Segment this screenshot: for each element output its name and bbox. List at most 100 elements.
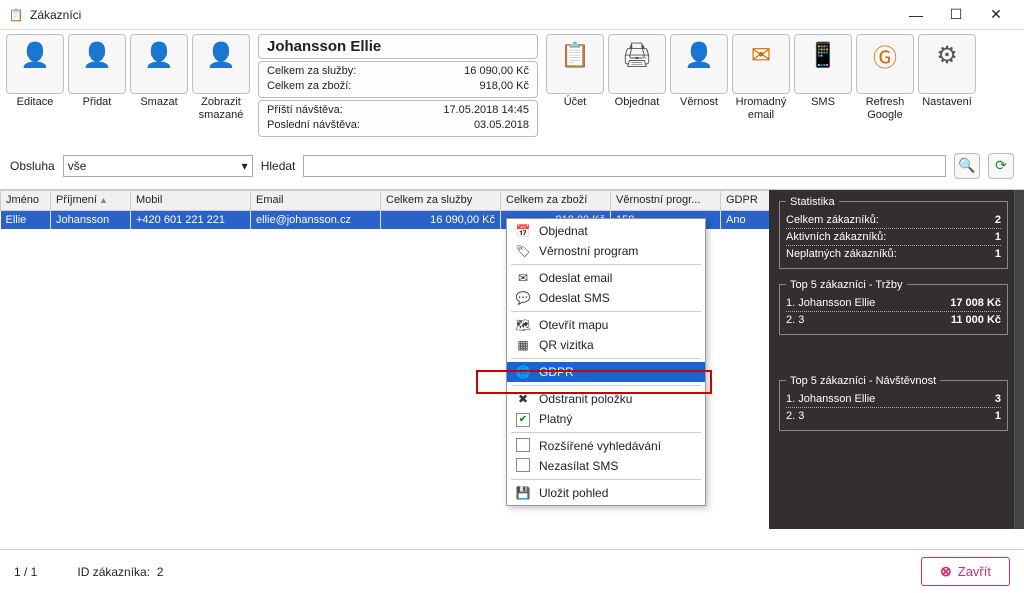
menu-item-label: Odstranit položku	[539, 392, 632, 406]
menu-item-label: Odeslat SMS	[539, 291, 610, 305]
person-plus-icon: 👤	[82, 41, 112, 69]
stat-row: Aktivních zákazníků:1	[786, 229, 1001, 246]
mail-icon: ✉	[515, 271, 531, 285]
account-label: Účet	[564, 96, 587, 109]
showdel-button[interactable]: 👤Zobrazitsmazané	[192, 34, 250, 137]
obsluha-combo[interactable]: vše ▾	[63, 155, 253, 177]
edit-button[interactable]: 👤 Editace	[6, 34, 64, 137]
maximize-button[interactable]: ☐	[936, 1, 976, 29]
sort-asc-icon: ▲	[99, 195, 108, 205]
device-sms-icon: 📱	[808, 41, 838, 69]
stat-row: Celkem zákazníků:2	[786, 212, 1001, 229]
customer-id: ID zákazníka: 2	[77, 565, 163, 579]
person-edit-icon: 👤	[20, 41, 50, 69]
refresh-button[interactable]: ⒼRefreshGoogle	[856, 34, 914, 137]
menu-item-otev-t-mapu[interactable]: 🗺 Otevřít mapu	[507, 315, 705, 335]
toolbar: 👤 Editace 👤 Přidat 👤 Smazat 👤Zobrazitsmazané J…	[0, 30, 1024, 139]
check-on-icon: ✔	[515, 411, 531, 427]
close-label: Zavřít	[958, 564, 991, 579]
sms-button[interactable]: 📱SMS	[794, 34, 852, 137]
menu-item-gdpr[interactable]: 🌐GDPR	[507, 362, 705, 382]
stat-row: 2. 311 000 Kč	[786, 312, 1001, 328]
column-header[interactable]: GDPR	[721, 190, 770, 210]
order-button[interactable]: 🖨Objednat	[608, 34, 666, 137]
column-header[interactable]: Celkem za služby	[381, 190, 501, 210]
qr-icon: ▦	[515, 338, 531, 352]
stat-row: Neplatných zákazníků:1	[786, 246, 1001, 262]
filter-row: Obsluha vše ▾ Hledat 🔍 ⟳	[0, 139, 1024, 189]
settings-button[interactable]: ⚙ Nastavení	[918, 34, 976, 137]
menu-item-odeslat-email[interactable]: ✉Odeslat email	[507, 268, 705, 288]
add-button[interactable]: 👤 Přidat	[68, 34, 126, 137]
grid-header-row[interactable]: JménoPříjmení▲MobilEmailCelkem za služby…	[1, 190, 770, 210]
totals-value: 16 090,00 Kč	[464, 64, 529, 79]
app-icon: 📋	[8, 7, 24, 23]
close-button[interactable]: ⊗ Zavřít	[921, 557, 1010, 586]
column-header[interactable]: Mobil	[131, 190, 251, 210]
minimize-button[interactable]: —	[896, 1, 936, 29]
search-button[interactable]: 🔍	[954, 153, 980, 179]
menu-item-label: Platný	[539, 412, 572, 426]
person-search-icon: 👤	[206, 41, 236, 69]
stats-title: Statistika	[786, 196, 839, 208]
search-input[interactable]	[303, 155, 946, 177]
side-scrollbar[interactable]	[1014, 190, 1024, 529]
menu-item-platn-[interactable]: ✔ Platný	[507, 409, 705, 429]
search-icon: 🔍	[958, 157, 975, 174]
stat-row: 2. 31	[786, 408, 1001, 424]
bulkmail-button[interactable]: ✉Hromadnýemail	[732, 34, 790, 137]
menu-item-ulo-it-pohled[interactable]: 💾Uložit pohled	[507, 483, 705, 503]
bulkmail-label: Hromadnýemail	[736, 96, 787, 121]
totals-label: Celkem za služby:	[267, 64, 356, 79]
loyalty-button[interactable]: 👤Věrnost	[670, 34, 728, 137]
column-header[interactable]: Celkem za zboží	[501, 190, 611, 210]
check-off-icon	[515, 458, 531, 475]
column-header[interactable]: Příjmení▲	[51, 190, 131, 210]
cell: ellie@johansson.cz	[251, 210, 381, 229]
person-x-icon: 👤	[144, 41, 174, 69]
add-label: Přidat	[83, 96, 112, 109]
person-star-icon: 👤	[684, 41, 714, 69]
cell: Johansson	[51, 210, 131, 229]
menu-item-label: Otevřít mapu	[539, 318, 608, 332]
delete-label: Smazat	[140, 96, 177, 109]
column-header[interactable]: Věrnostní progr...	[611, 190, 721, 210]
window-controls: — ☐ ✕	[896, 1, 1016, 29]
customer-visits-panel: Příští návštěva:17.05.2018 14:45 Posledn…	[258, 100, 538, 137]
close-icon: ⊗	[940, 563, 952, 580]
stat-row: 1. Johansson Ellie17 008 Kč	[786, 295, 1001, 312]
menu-separator	[511, 479, 701, 480]
clipboard-icon: 📋	[560, 41, 590, 69]
menu-item-odeslat-sms[interactable]: 💬Odeslat SMS	[507, 288, 705, 308]
menu-item-qr-vizitka[interactable]: ▦ QR vizitka	[507, 335, 705, 355]
window-title: Zákazníci	[30, 8, 896, 22]
menu-item-label: Rozšířené vyhledávání	[539, 439, 661, 453]
column-header[interactable]: Email	[251, 190, 381, 210]
column-header[interactable]: Jméno	[1, 190, 51, 210]
gears-icon: ⚙	[936, 41, 958, 69]
menu-item-label: Objednat	[539, 224, 588, 238]
toolbar-left-group: 👤 Editace 👤 Přidat 👤 Smazat 👤Zobrazitsmazané	[6, 34, 250, 137]
refresh-button[interactable]: ⟳	[988, 153, 1014, 179]
check-off-icon	[515, 438, 531, 455]
titlebar: 📋 Zákazníci — ☐ ✕	[0, 0, 1024, 30]
menu-item-objednat[interactable]: 📅Objednat	[507, 221, 705, 241]
delete-button[interactable]: 👤 Smazat	[130, 34, 188, 137]
settings-label: Nastavení	[922, 96, 972, 109]
close-window-button[interactable]: ✕	[976, 1, 1016, 29]
edit-label: Editace	[17, 96, 54, 109]
globe-icon: 🌐	[515, 365, 531, 379]
menu-item-nezas-lat-sms[interactable]: Nezasílat SMS	[507, 456, 705, 476]
map-icon: 🗺	[515, 318, 531, 332]
menu-item-label: QR vizitka	[539, 338, 594, 352]
menu-item-v-rnostn-program[interactable]: 🏷Věrnostní program	[507, 241, 705, 261]
loyalty-icon: 🏷	[515, 244, 531, 258]
customer-info-card: Johansson Ellie Celkem za služby:16 090,…	[258, 34, 538, 137]
obsluha-value: vše	[68, 159, 87, 173]
account-button[interactable]: 📋 Účet	[546, 34, 604, 137]
menu-item-label: Uložit pohled	[539, 486, 608, 500]
menu-item-odstranit-polo-ku[interactable]: ✖Odstranit položku	[507, 389, 705, 409]
customer-totals-panel: Celkem za služby:16 090,00 Kč Celkem za …	[258, 61, 538, 98]
menu-item-roz-en-vyhled-v-n-[interactable]: Rozšířené vyhledávání	[507, 436, 705, 456]
page-indicator: 1 / 1	[14, 565, 37, 579]
